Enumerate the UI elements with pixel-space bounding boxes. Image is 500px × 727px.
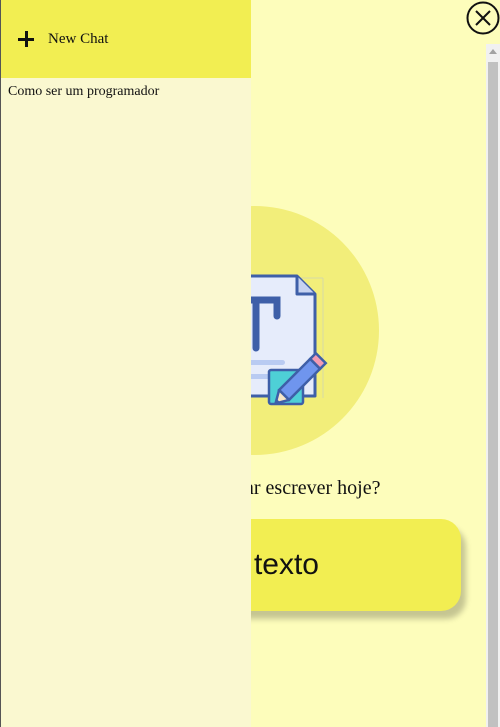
- scrollbar-thumb[interactable]: [488, 62, 498, 727]
- plus-icon: [16, 29, 36, 49]
- scroll-up-arrow-icon[interactable]: [489, 49, 497, 54]
- chat-history-drawer: New Chat Como ser um programador: [0, 0, 251, 727]
- chat-history-item[interactable]: Como ser um programador: [1, 78, 251, 106]
- close-icon: [466, 1, 500, 35]
- vertical-scrollbar[interactable]: [486, 44, 500, 727]
- prompt-question: ar escrever hoje?: [245, 477, 381, 499]
- new-chat-label: New Chat: [48, 30, 109, 47]
- chat-history-list: Como ser um programador: [1, 78, 251, 106]
- new-chat-button[interactable]: New Chat: [1, 0, 251, 78]
- close-drawer-button[interactable]: [466, 1, 500, 35]
